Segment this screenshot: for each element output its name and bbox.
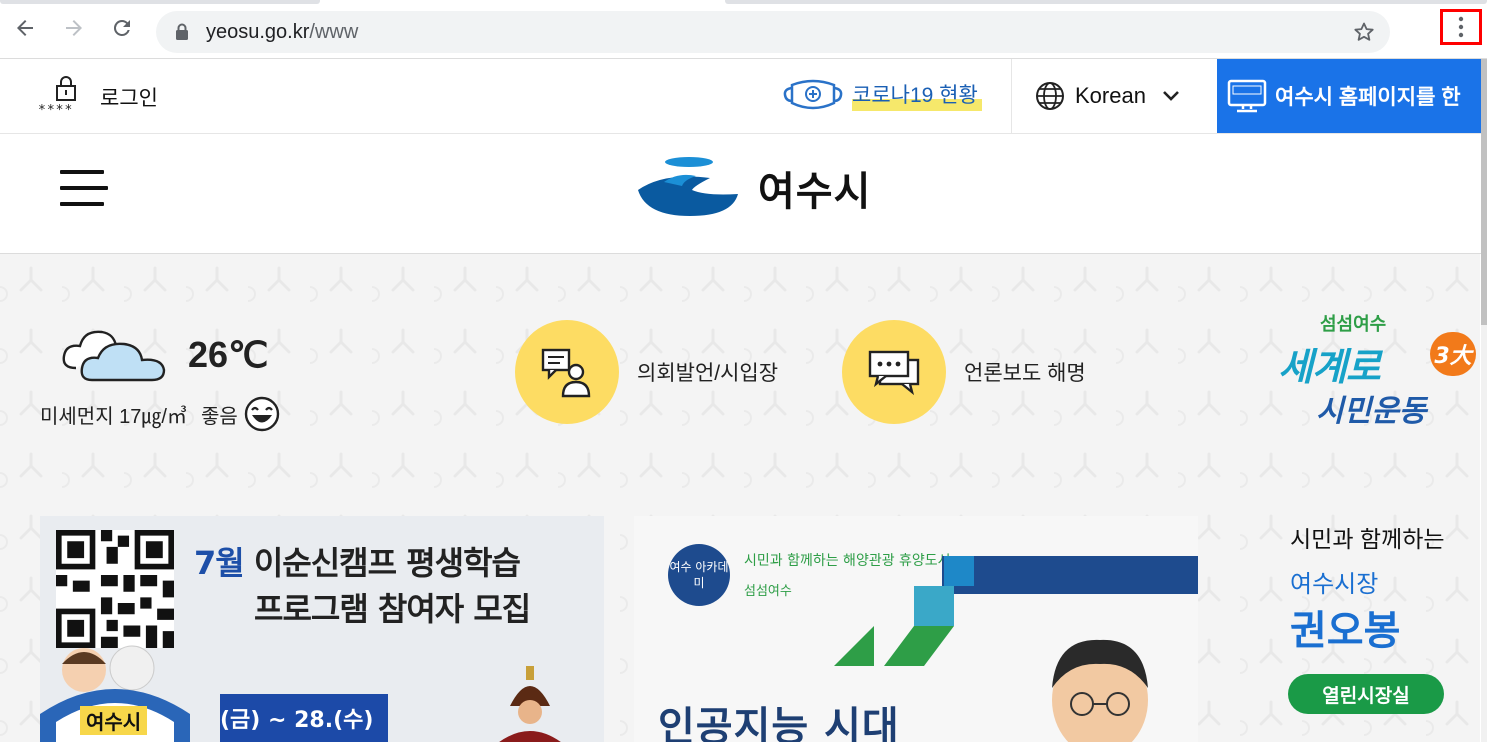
utility-bar: **** 로그인 코로나19 현황 Korean 여수시 홈페이지를 한 [0,59,1487,134]
padlock-icon [56,76,76,101]
campaign-line1: 섬섬여수 [1320,314,1387,335]
site-guide-button[interactable]: 여수시 홈페이지를 한 [1217,59,1481,133]
academy-badge: 여수 아카데미 [668,544,730,606]
qr-code-icon [56,530,174,648]
banner-camp-program[interactable]: 7월 이순신캠프 평생학습 프로그램 참여자 모집 여수시 (금) ~ 28.(… [40,516,604,742]
yeosu-logo-icon [638,157,738,216]
banner-yeosu-academy[interactable]: 여수 아카데미 시민과 함께하는 해양관광 휴양도시 섬섬여수 인공지능 시대 [634,516,1198,742]
quick-link-council-statement[interactable]: 의회발언/시입장 [515,320,778,424]
mayor-panel: 시민과 함께하는 여수시장 권오봉 열린시장실 [1288,516,1480,742]
login-label: 로그인 [100,87,158,110]
banner-date: (금) ~ 28.(수) [220,694,388,742]
smiley-face-icon [244,396,279,432]
mayor-name: 권오봉 [1290,608,1401,654]
temperature: 26℃ [188,334,269,375]
kebab-menu-icon [1458,16,1464,38]
tab[interactable] [0,0,320,4]
campaign-badge: 3大 [1430,332,1476,376]
hamburger-line [60,202,104,206]
academy-slogan-2: 섬섬여수 [744,584,792,599]
forward-button[interactable] [60,14,88,42]
covid-status-link[interactable]: 코로나19 현황 [782,79,982,111]
site-logo[interactable]: 여수시 [634,156,871,220]
banner-city-label: 여수시 [80,706,148,735]
face-mask-icon [783,79,843,110]
back-button[interactable] [11,14,39,42]
hamburger-line [60,186,108,190]
login-link[interactable]: **** 로그인 [38,75,158,119]
page-scrollbar[interactable] [1481,59,1487,742]
reload-button[interactable] [108,14,136,42]
mayor-title: 여수시장 [1290,571,1379,598]
login-stars: **** [38,103,74,118]
browser-toolbar: yeosu.go.kr/www [0,0,1487,59]
bookmark-star-icon[interactable] [1352,20,1376,44]
reload-icon [113,19,130,36]
address-bar[interactable]: yeosu.go.kr/www [156,11,1390,53]
mayor-portrait-image [1052,639,1148,742]
language-selector[interactable]: Korean [1035,81,1180,111]
tab-strip [0,0,1487,6]
divider [1011,59,1012,133]
logo-text: 여수시 [758,169,872,215]
tab[interactable] [725,0,1487,4]
browser-menu-button[interactable] [1440,9,1482,45]
mayor-tagline: 시민과 함께하는 [1290,526,1445,552]
quick-link-icon-circle [515,320,619,424]
geometric-arrows-graphic [834,556,974,666]
banner-title-line1: 7월 이순신캠프 평생학습 [194,544,521,582]
arrow-left-icon [17,20,33,36]
hamburger-line [60,170,104,174]
language-label: Korean [1075,83,1146,108]
arrow-right-icon [66,20,82,36]
weather-widget: 26℃ [62,322,268,388]
academy-headline: 인공지능 시대 [658,704,900,742]
menu-button[interactable] [60,168,108,208]
globe-icon [1036,82,1064,110]
admiral-figure-icon [499,666,561,742]
campaign-banner[interactable]: 섬섬여수 세계로 3大 시민운동 [1276,306,1480,429]
quick-link-icon-circle [842,320,946,424]
campaign-line2: 세계로 [1278,345,1381,389]
quick-link-label: 언론보도 해명 [964,362,1086,385]
monitor-icon [1227,79,1267,113]
main-content: 26℃ 미세먼지 17㎍/㎥ 좋음 의회발언/시입장 언론보도 해명 섬섬여수 … [0,254,1480,742]
lock-icon [176,23,188,40]
site-header: 여수시 [0,134,1487,254]
chat-bubbles-icon [868,350,920,396]
open-mayor-office-button[interactable]: 열린시장실 [1288,674,1444,714]
scrollbar-thumb[interactable] [1481,59,1487,325]
speech-person-icon [541,348,591,398]
banner-title-line2: 프로그램 참여자 모집 [254,590,531,628]
covid-status-label: 코로나19 현황 [852,79,982,111]
url-text[interactable]: yeosu.go.kr/www [206,21,358,44]
campaign-line3: 시민운동 [1316,394,1427,429]
cloudy-weather-icon [62,330,166,382]
fine-dust-grade: 좋음 [200,405,238,428]
fine-dust-info: 미세먼지 17㎍/㎥ 좋음 [40,396,280,432]
site-guide-label: 여수시 홈페이지를 한 [1275,86,1461,109]
chevron-down-icon [1163,91,1179,101]
fine-dust-label: 미세먼지 17㎍/㎥ [40,405,187,428]
quick-link-press-clarification[interactable]: 언론보도 해명 [842,320,1086,424]
quick-link-label: 의회발언/시입장 [637,362,779,385]
decorative-bar [942,556,1198,594]
